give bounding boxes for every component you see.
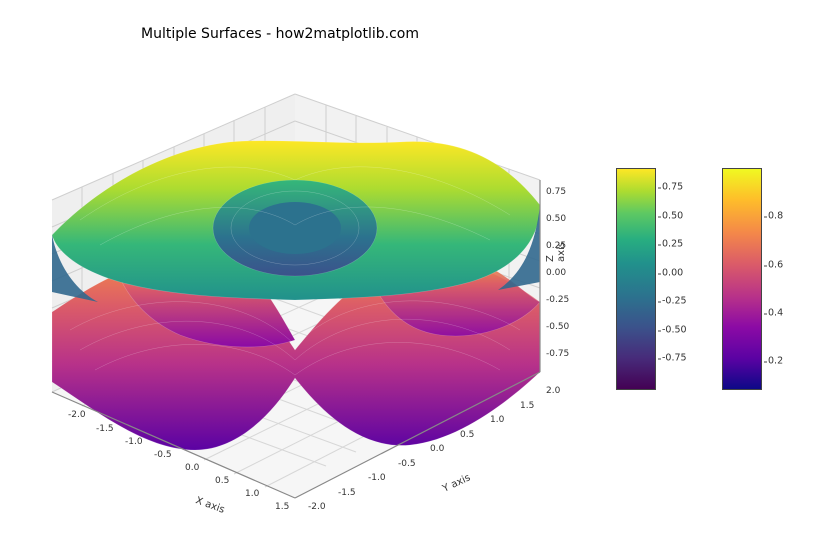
y-tick: 0.5 [460, 430, 474, 440]
chart-title: Multiple Surfaces - how2matplotlib.com [0, 26, 560, 42]
x-tick: 1.0 [245, 489, 259, 499]
z-tick: 0.75 [546, 187, 566, 197]
x-tick: -1.0 [125, 437, 143, 447]
y-tick: 0.0 [430, 444, 444, 454]
y-tick: 2.0 [546, 386, 560, 396]
cbar-tick: 0.4 [768, 308, 783, 319]
z-tick: 0.25 [546, 241, 566, 251]
y-tick: -2.0 [308, 502, 326, 512]
x-tick: 0.0 [185, 463, 199, 473]
x-tick: 0.5 [215, 476, 229, 486]
cbar-tick: 0.00 [662, 268, 683, 279]
cbar-tick: 0.8 [768, 211, 783, 222]
cbar-tick: 0.75 [662, 182, 683, 193]
cbar-tick: -0.75 [662, 353, 687, 364]
axes3d[interactable]: X axis Y axis Z axis -2.0 -1.5 -1.0 -0.5… [40, 50, 560, 530]
x-tick: -1.5 [96, 424, 114, 434]
cbar-tick: -0.50 [662, 325, 687, 336]
z-tick: 0.00 [546, 268, 566, 278]
y-tick: -1.0 [368, 473, 386, 483]
colorbar-viridis[interactable] [616, 168, 656, 390]
surface-viridis [52, 141, 540, 302]
cbar-tick: 0.6 [768, 260, 783, 271]
y-tick: -1.5 [338, 488, 356, 498]
cbar-tick: 0.25 [662, 239, 683, 250]
cbar-tick: 0.50 [662, 211, 683, 222]
z-tick: 0.50 [546, 214, 566, 224]
z-tick: -0.50 [546, 322, 569, 332]
figure: Multiple Surfaces - how2matplotlib.com [0, 0, 840, 560]
z-tick: -0.75 [546, 349, 569, 359]
colorbar-viridis-ticks: -0.75 -0.50 -0.25 0.00 0.25 0.50 0.75 [658, 168, 698, 388]
y-tick: -0.5 [398, 459, 416, 469]
colorbar-plasma[interactable] [722, 168, 762, 390]
cbar-tick: -0.25 [662, 296, 687, 307]
colorbar-plasma-ticks: 0.2 0.4 0.6 0.8 [764, 168, 804, 388]
z-tick: -0.25 [546, 295, 569, 305]
x-tick: -0.5 [154, 450, 172, 460]
y-tick: 1.5 [520, 401, 534, 411]
x-tick: 1.5 [275, 502, 289, 512]
y-tick: 1.0 [490, 415, 504, 425]
cbar-tick: 0.2 [768, 356, 783, 367]
x-tick: -2.0 [68, 410, 86, 420]
